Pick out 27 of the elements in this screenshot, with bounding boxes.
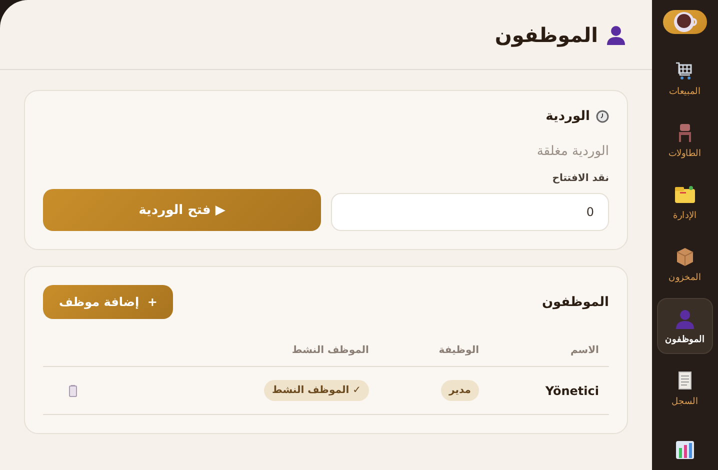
sidebar-item[interactable]: المبيعات bbox=[657, 50, 713, 106]
shift-status: الوردية مغلقة bbox=[536, 144, 609, 159]
sidebar-item[interactable]: الإدارة bbox=[657, 174, 713, 230]
bar-chart-icon bbox=[675, 440, 695, 460]
person-icon bbox=[606, 24, 626, 44]
cup-icon bbox=[672, 10, 698, 34]
sidebar-item[interactable]: السجل bbox=[657, 360, 713, 416]
card-title: الوردية bbox=[546, 109, 590, 124]
card-title: الموظفون bbox=[542, 294, 609, 310]
sidebar-item[interactable]: الموظفون bbox=[657, 298, 713, 354]
folder-icon bbox=[674, 184, 696, 204]
sidebar-item[interactable]: الطاولات bbox=[657, 112, 713, 168]
field-label: نقد الافتتاح bbox=[552, 173, 609, 184]
column-header: الوظيفة bbox=[438, 345, 479, 356]
person-icon bbox=[675, 308, 695, 328]
table-cell: Yönetici bbox=[545, 384, 599, 398]
box-icon bbox=[675, 246, 695, 266]
role-tag: مدير bbox=[441, 380, 479, 401]
active-tag: ✓ الموظف النشط bbox=[264, 380, 369, 401]
page-title: الموظفون bbox=[494, 22, 598, 46]
sidebar-item[interactable]: المخزون bbox=[657, 236, 713, 292]
column-header: الموظف النشط bbox=[292, 345, 369, 356]
clock-icon bbox=[596, 110, 609, 123]
cart-icon bbox=[675, 60, 695, 80]
column-header: الاسم bbox=[570, 345, 599, 356]
opening-cash-field[interactable]: 0 bbox=[331, 193, 609, 231]
receipt-icon bbox=[676, 370, 694, 390]
